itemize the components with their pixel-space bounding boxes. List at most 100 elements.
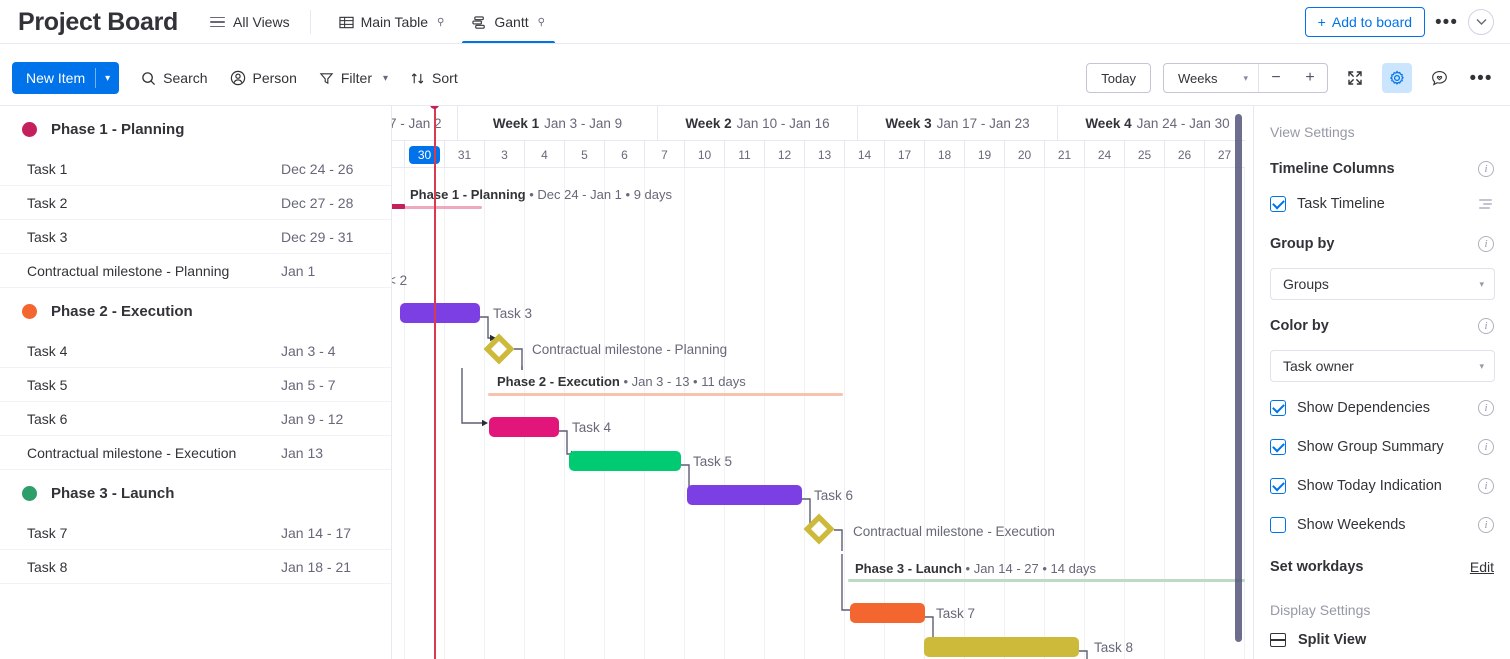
task-row[interactable]: Contractual milestone - Planning Jan 1 (0, 254, 391, 288)
fullscreen-button[interactable] (1340, 63, 1370, 93)
bar-task-8[interactable] (924, 637, 1079, 657)
day-cell[interactable]: 24 (1084, 141, 1124, 168)
person-button[interactable]: Person (230, 70, 297, 86)
split-view-row[interactable]: Split View (1270, 632, 1494, 648)
tab-gantt[interactable]: Gantt ⚲ (458, 0, 559, 44)
show-weekends-checkbox[interactable] (1270, 517, 1286, 533)
show-dependencies-checkbox[interactable] (1270, 400, 1286, 416)
group-summary-meta: • Jan 3 - 13 • 11 days (619, 374, 746, 389)
gantt-timeline[interactable]: 27 - Jan 2 Week 1 Jan 3 - Jan 9 Week 2 Jan… (392, 106, 1245, 659)
show-weekends-row[interactable]: Show Weekends i (1270, 514, 1494, 536)
edit-workdays-link[interactable]: Edit (1470, 559, 1494, 575)
day-cell[interactable]: 21 (1044, 141, 1084, 168)
day-cell[interactable]: 17 (884, 141, 924, 168)
filter-button[interactable]: Filter ▾ (319, 70, 388, 86)
gantt-vertical-scrollbar[interactable] (1235, 114, 1242, 642)
task-row[interactable]: Task 3 Dec 29 - 31 (0, 220, 391, 254)
split-view-icon (1270, 633, 1286, 647)
header-collapse-button[interactable] (1468, 9, 1494, 35)
toolbar-more-button[interactable]: ••• (1466, 63, 1496, 93)
week-range: Jan 24 - Jan 30 (1136, 116, 1230, 131)
task-row[interactable]: Task 5 Jan 5 - 7 (0, 368, 391, 402)
bar-task-3[interactable] (400, 303, 480, 323)
today-button[interactable]: Today (1086, 63, 1151, 93)
show-dependencies-row[interactable]: Show Dependencies i (1270, 397, 1494, 419)
day-cell[interactable]: 14 (844, 141, 884, 168)
group-summary-bar[interactable] (848, 579, 1245, 582)
task-row[interactable]: Task 6 Jan 9 - 12 (0, 402, 391, 436)
task-row[interactable]: Contractual milestone - Execution Jan 13 (0, 436, 391, 470)
group-summary-meta: • Dec 24 - Jan 1 • 9 days (525, 187, 672, 202)
day-cell[interactable]: 3 (484, 141, 524, 168)
info-icon[interactable]: i (1478, 318, 1494, 334)
bar-task-5[interactable] (569, 451, 681, 471)
bar-task-6[interactable] (687, 485, 802, 505)
zoom-out-button[interactable]: − (1259, 64, 1293, 92)
show-today-indication-checkbox[interactable] (1270, 478, 1286, 494)
bar-task-7[interactable] (850, 603, 925, 623)
day-cell[interactable]: 13 (804, 141, 844, 168)
bar-task-4[interactable] (489, 417, 559, 437)
task-row[interactable]: Task 8 Jan 18 - 21 (0, 550, 391, 584)
group-header-phase-3[interactable]: Phase 3 - Launch (0, 470, 391, 516)
day-cell[interactable]: 5 (564, 141, 604, 168)
task-row[interactable]: Task 7 Jan 14 - 17 (0, 516, 391, 550)
group-summary-bar[interactable] (392, 206, 482, 209)
show-group-summary-checkbox[interactable] (1270, 439, 1286, 455)
feedback-button[interactable] (1424, 63, 1454, 93)
hamburger-icon (210, 16, 226, 28)
group-summary-bar[interactable] (488, 393, 843, 396)
task-timeline-row[interactable]: Task Timeline (1270, 193, 1494, 215)
day-cell[interactable]: 26 (1164, 141, 1204, 168)
group-header-phase-1[interactable]: Phase 1 - Planning (0, 106, 391, 152)
info-icon[interactable]: i (1478, 236, 1494, 252)
add-to-board-button[interactable]: + Add to board (1304, 7, 1426, 37)
header-more-button[interactable]: ••• (1435, 13, 1458, 32)
task-row[interactable]: Task 1 Dec 24 - 26 (0, 152, 391, 186)
zoom-in-button[interactable]: + (1293, 64, 1327, 92)
day-cell[interactable]: 19 (964, 141, 1004, 168)
dependency-arrow (1079, 650, 1088, 659)
tab-main-table[interactable]: Main Table ⚲ (325, 0, 459, 44)
view-settings-title: View Settings (1270, 124, 1355, 140)
show-group-summary-row[interactable]: Show Group Summary i (1270, 436, 1494, 458)
group-by-select[interactable]: Groups ▾ (1270, 268, 1495, 300)
group-name: Phase 2 - Execution (51, 302, 193, 320)
day-cell[interactable]: 6 (604, 141, 644, 168)
color-by-select[interactable]: Task owner ▾ (1270, 350, 1495, 382)
day-cell[interactable]: 20 (1004, 141, 1044, 168)
search-button[interactable]: Search (141, 70, 208, 86)
day-cell[interactable]: 18 (924, 141, 964, 168)
more-icon: ••• (1469, 67, 1493, 89)
new-item-button[interactable]: New Item ▾ (12, 62, 120, 94)
day-cell[interactable]: 7 (644, 141, 684, 168)
timeline-columns-label: Timeline Columns (1270, 161, 1395, 177)
all-views-button[interactable]: All Views (210, 14, 290, 30)
grid-line (1124, 168, 1125, 659)
day-cell[interactable]: 4 (524, 141, 564, 168)
day-cell[interactable]: 31 (444, 141, 484, 168)
grid-line (1204, 168, 1205, 659)
day-cell-today[interactable]: 30 (404, 141, 444, 168)
day-cell[interactable]: 12 (764, 141, 804, 168)
task-timeline-checkbox[interactable] (1270, 196, 1286, 212)
info-icon[interactable]: i (1478, 400, 1494, 416)
info-icon[interactable]: i (1478, 517, 1494, 533)
task-row[interactable]: Task 2 Dec 27 - 28 (0, 186, 391, 220)
info-icon[interactable]: i (1478, 439, 1494, 455)
info-icon[interactable]: i (1478, 478, 1494, 494)
sort-button[interactable]: Sort (410, 70, 458, 86)
chevron-down-icon[interactable]: ▾ (96, 73, 119, 84)
view-settings-button[interactable] (1382, 63, 1412, 93)
chevron-down-icon: ▾ (1243, 72, 1248, 83)
feedback-icon (1431, 70, 1447, 86)
day-cell[interactable]: 10 (684, 141, 724, 168)
group-header-phase-2[interactable]: Phase 2 - Execution (0, 288, 391, 334)
day-cell[interactable]: 11 (724, 141, 764, 168)
show-today-indication-row[interactable]: Show Today Indication i (1270, 475, 1494, 497)
day-cell[interactable]: 25 (1124, 141, 1164, 168)
info-icon[interactable]: i (1478, 161, 1494, 177)
zoom-level-select[interactable]: Weeks ▾ (1164, 71, 1258, 86)
view-settings-panel: View Settings Timeline Columns i Task Ti… (1253, 106, 1510, 659)
task-row[interactable]: Task 4 Jan 3 - 4 (0, 334, 391, 368)
